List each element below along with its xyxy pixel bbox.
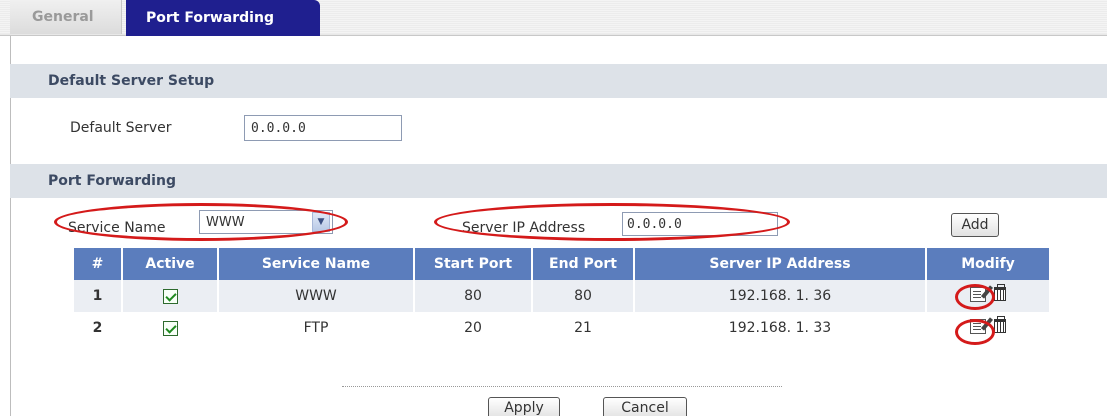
server-ip-label: Server IP Address [462, 220, 586, 236]
row-number: 2 [74, 312, 123, 344]
col-header-service-name: Service Name [218, 248, 415, 280]
add-button[interactable]: Add [951, 213, 999, 237]
section-header-port-forwarding: Port Forwarding [10, 164, 1107, 198]
active-cell [122, 312, 219, 344]
edit-icon[interactable] [970, 318, 986, 334]
end-port-cell: 21 [532, 312, 635, 344]
col-header-server-ip: Server IP Address [634, 248, 927, 280]
apply-button[interactable]: Apply [488, 397, 560, 416]
section-title: Default Server Setup [48, 73, 215, 89]
service-name-label: Service Name [68, 220, 166, 236]
server-ip-cell: 192.168. 1. 36 [634, 280, 927, 312]
tab-port-forwarding[interactable]: Port Forwarding [126, 0, 320, 36]
table-row: 2 FTP 20 21 192.168. 1. 33 [74, 312, 1049, 344]
checkbox-checked-icon[interactable] [162, 320, 178, 336]
col-header-number: # [74, 248, 123, 280]
tab-general[interactable]: General [10, 0, 122, 34]
service-name-selected-value: WWW [206, 214, 245, 230]
trash-icon[interactable] [994, 316, 1006, 333]
start-port-cell: 20 [414, 312, 533, 344]
modify-cell [926, 280, 1049, 312]
section-title: Port Forwarding [48, 173, 176, 189]
col-header-end-port: End Port [532, 248, 635, 280]
chevron-down-icon[interactable]: ▼ [312, 212, 330, 232]
port-forwarding-table: # Active Service Name Start Port End Por… [74, 248, 1049, 344]
server-ip-cell: 192.168. 1. 33 [634, 312, 927, 344]
service-name-cell: WWW [218, 280, 415, 312]
end-port-cell: 80 [532, 280, 635, 312]
button-divider [342, 386, 782, 387]
server-ip-input[interactable] [622, 212, 778, 236]
col-header-modify: Modify [926, 248, 1049, 280]
trash-icon[interactable] [994, 284, 1006, 301]
start-port-cell: 80 [414, 280, 533, 312]
table-row: 1 WWW 80 80 192.168. 1. 36 [74, 280, 1049, 312]
service-name-select[interactable]: WWW ▼ [199, 210, 333, 234]
section-header-default-server: Default Server Setup [10, 64, 1107, 98]
table-header-row: # Active Service Name Start Port End Por… [74, 248, 1049, 280]
active-cell [122, 280, 219, 312]
edit-icon[interactable] [970, 286, 986, 302]
modify-cell [926, 312, 1049, 344]
col-header-active: Active [122, 248, 219, 280]
row-number: 1 [74, 280, 123, 312]
cancel-button[interactable]: Cancel [603, 397, 687, 416]
default-server-label: Default Server [70, 120, 172, 136]
default-server-input[interactable] [244, 115, 402, 141]
checkbox-checked-icon[interactable] [162, 288, 178, 304]
service-name-cell: FTP [218, 312, 415, 344]
col-header-start-port: Start Port [414, 248, 533, 280]
